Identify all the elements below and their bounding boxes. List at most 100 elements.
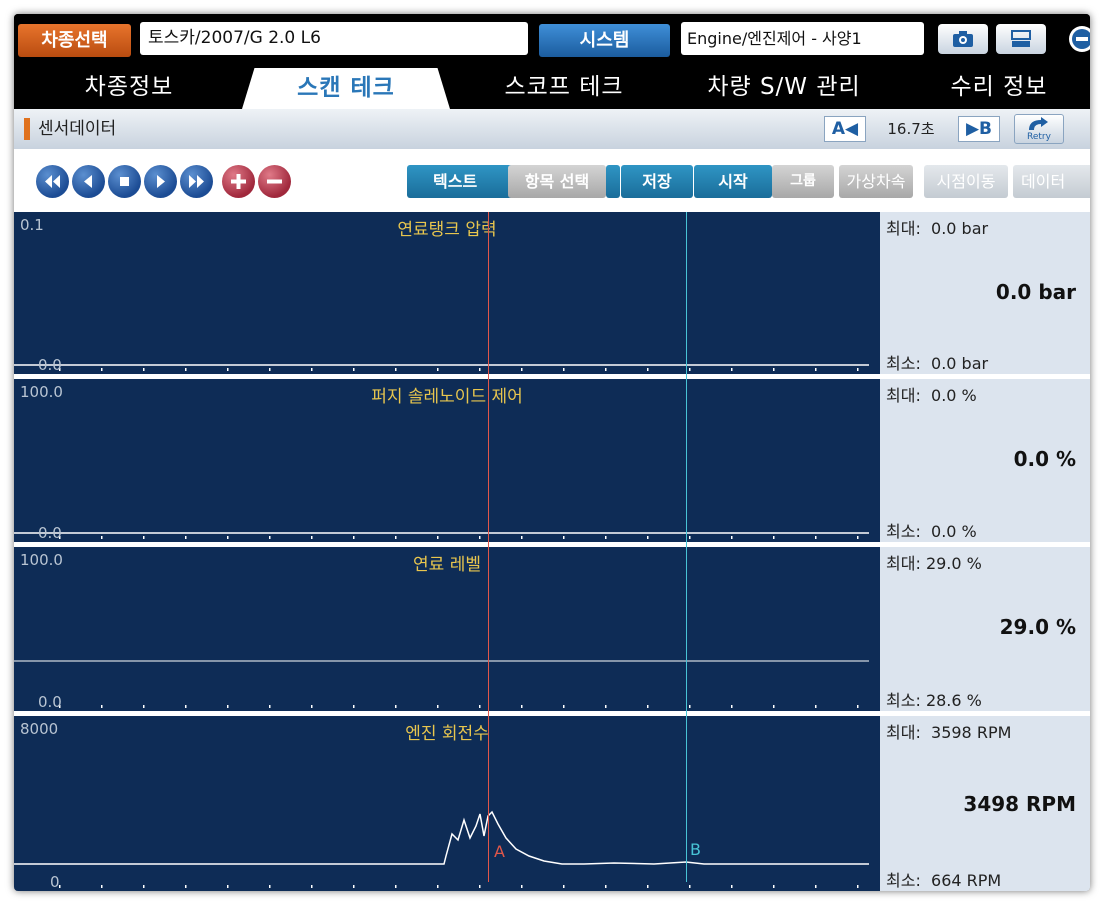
axis-tick xyxy=(395,536,397,539)
graph-2-max: 최대: 0.0 % xyxy=(886,386,977,405)
axis-tick xyxy=(731,885,733,888)
axis-tick xyxy=(185,536,187,539)
item-select-tab[interactable] xyxy=(606,165,620,198)
fast-forward-button[interactable] xyxy=(180,165,213,198)
stop-icon xyxy=(120,177,129,186)
stop-button[interactable] xyxy=(108,165,141,198)
top-bar: 차종선택 토스카/2007/G 2.0 L6 시스템 Engine/엔진제어 -… xyxy=(14,14,1090,64)
step-back-button[interactable] xyxy=(72,165,105,198)
system-field[interactable]: Engine/엔진제어 - 사양1 xyxy=(681,22,924,55)
axis-tick xyxy=(437,705,439,708)
step-back-icon xyxy=(84,175,92,188)
exit-icon xyxy=(1069,26,1090,52)
axis-tick xyxy=(563,536,565,539)
tab-scan-tech[interactable]: 스캔 테크 xyxy=(242,68,450,109)
retry-button[interactable]: Retry xyxy=(1014,114,1064,144)
save-button[interactable]: 저장 xyxy=(621,165,693,198)
axis-tick xyxy=(437,885,439,888)
axis-tick xyxy=(563,705,565,708)
axis-tick xyxy=(647,885,649,888)
display-button[interactable] xyxy=(996,24,1046,54)
axis-tick xyxy=(143,885,145,888)
axis-tick xyxy=(815,705,817,708)
axis-tick xyxy=(689,368,691,371)
group-button[interactable]: 그룹 xyxy=(772,165,834,198)
section-marker xyxy=(24,118,30,140)
toolbar: 텍스트 항목 선택 저장 시작 그룹 가상차속 시점이동 데이터 xyxy=(14,149,1090,212)
retry-label: Retry xyxy=(1027,132,1051,142)
section-title: 센서데이터 xyxy=(38,119,117,139)
play-button[interactable] xyxy=(144,165,177,198)
axis-tick xyxy=(773,536,775,539)
rewind-button[interactable] xyxy=(36,165,69,198)
zoom-in-button[interactable] xyxy=(222,165,255,198)
graph-engine-rpm[interactable]: 8000 0 엔진 회전수 xyxy=(14,716,880,891)
axis-tick xyxy=(353,368,355,371)
axis-tick xyxy=(185,368,187,371)
axis-tick xyxy=(143,536,145,539)
axis-tick xyxy=(647,705,649,708)
vehicle-select-button[interactable]: 차종선택 xyxy=(18,24,131,57)
cursor-b-line[interactable] xyxy=(686,212,687,882)
axis-tick xyxy=(101,705,103,708)
cursor-b-button[interactable]: ▶B xyxy=(958,116,1000,142)
axis-tick xyxy=(773,885,775,888)
zoom-out-button[interactable] xyxy=(258,165,291,198)
axis-tick xyxy=(479,885,481,888)
start-button[interactable]: 시작 xyxy=(694,165,772,198)
virtual-speed-button[interactable]: 가상차속 xyxy=(839,165,913,198)
fast-forward-icon xyxy=(189,175,204,188)
axis-tick xyxy=(437,536,439,539)
graph-fuel-tank-pressure[interactable]: 0.1 0.0 연료탱크 압력 xyxy=(14,212,880,374)
axis-tick xyxy=(269,885,271,888)
axis-tick xyxy=(731,536,733,539)
tab-repair-info[interactable]: 수리 정보 xyxy=(919,64,1079,109)
cursor-a-button[interactable]: A◀ xyxy=(824,116,866,142)
axis-tick xyxy=(647,536,649,539)
graph-4-scale-min: 0 xyxy=(50,873,60,891)
text-view-button[interactable]: 텍스트 xyxy=(407,165,519,198)
axis-tick xyxy=(563,885,565,888)
axis-tick xyxy=(563,368,565,371)
cursor-a-line[interactable] xyxy=(488,212,489,882)
graph-2-min: 최소: 0.0 % xyxy=(886,522,977,541)
axis-tick xyxy=(395,705,397,708)
graph-purge-solenoid[interactable]: 100.0 0.0 퍼지 솔레노이드 제어 xyxy=(14,379,880,542)
graph-4-max: 최대: 3598 RPM xyxy=(886,723,1012,742)
graph-4-title: 엔진 회전수 xyxy=(405,724,489,744)
item-select-button[interactable]: 항목 선택 xyxy=(508,165,606,198)
axis-tick xyxy=(521,368,523,371)
cursor-b-label: B xyxy=(690,840,701,859)
zoom-out-icon xyxy=(267,179,282,184)
axis-tick xyxy=(185,885,187,888)
axis-tick xyxy=(647,368,649,371)
axis-tick xyxy=(479,705,481,708)
exit-button[interactable] xyxy=(1060,24,1090,54)
graph-2-scale-min: 0.0 xyxy=(38,524,62,542)
graph-4-current: 3498 RPM xyxy=(963,792,1076,816)
axis-tick xyxy=(437,368,439,371)
axis-tick xyxy=(311,705,313,708)
graph-3-scale-min: 0.0 xyxy=(38,693,62,711)
main-tabs: 차종정보 스캔 테크 스코프 테크 차량 S/W 관리 수리 정보 xyxy=(14,64,1090,109)
axis-tick xyxy=(143,705,145,708)
axis-tick xyxy=(605,536,607,539)
tab-vehicle-sw[interactable]: 차량 S/W 관리 xyxy=(684,64,884,109)
axis-tick xyxy=(773,705,775,708)
data-button[interactable]: 데이터 xyxy=(1013,165,1090,198)
tab-vehicle-info[interactable]: 차종정보 xyxy=(54,64,204,109)
graph-1-info: 최대: 0.0 bar 0.0 bar 최소: 0.0 bar xyxy=(880,212,1090,374)
axis-tick xyxy=(731,368,733,371)
graph-2-info: 최대: 0.0 % 0.0 % 최소: 0.0 % xyxy=(880,379,1090,542)
time-shift-button[interactable]: 시점이동 xyxy=(924,165,1008,198)
camera-button[interactable] xyxy=(938,24,988,54)
graph-3-info: 최대: 29.0 % 29.0 % 최소: 28.6 % xyxy=(880,547,1090,711)
system-button[interactable]: 시스템 xyxy=(539,24,670,57)
axis-tick xyxy=(731,705,733,708)
axis-tick xyxy=(395,368,397,371)
axis-tick xyxy=(311,536,313,539)
display-icon xyxy=(1011,30,1031,47)
graph-fuel-level[interactable]: 100.0 0.0 연료 레벨 xyxy=(14,547,880,711)
tab-scope-tech[interactable]: 스코프 테크 xyxy=(474,64,654,109)
vehicle-field[interactable]: 토스카/2007/G 2.0 L6 xyxy=(140,22,528,55)
